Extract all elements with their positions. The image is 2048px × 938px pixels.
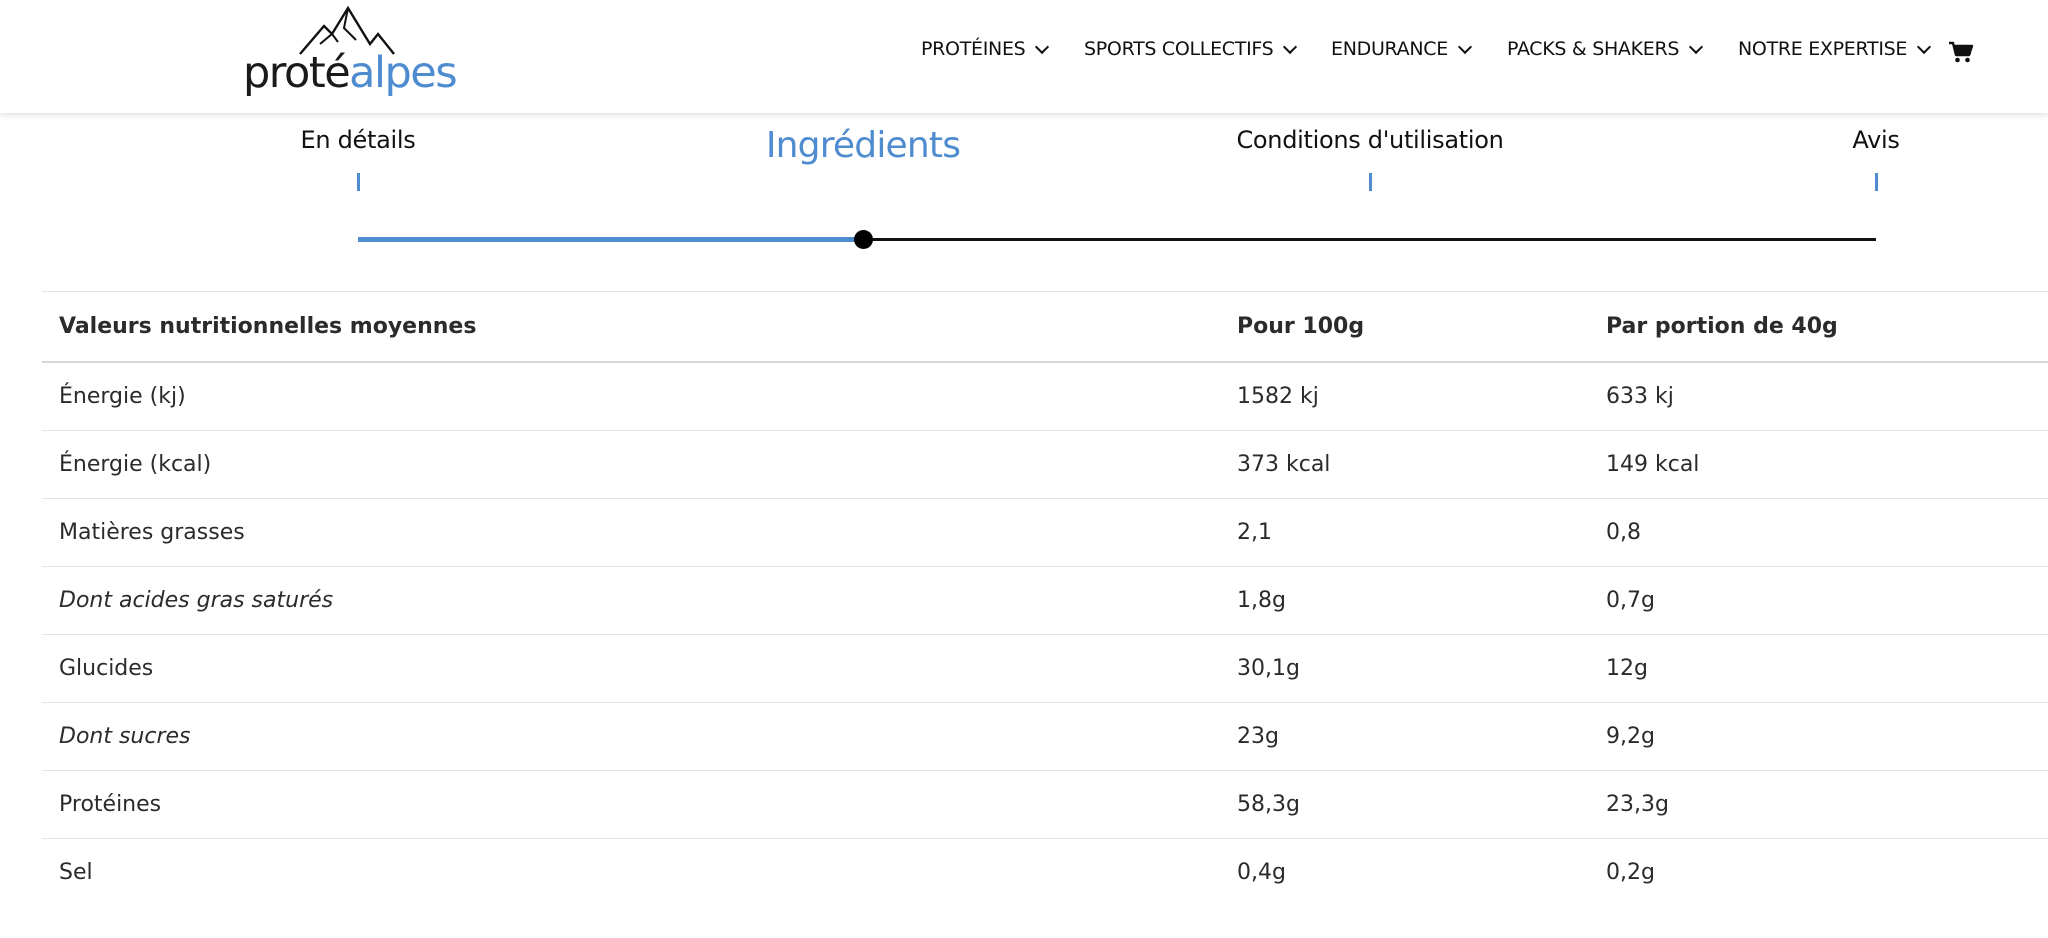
tab-en-details[interactable]: En détails [301, 126, 416, 154]
value-per-portion: 0,2g [1589, 838, 2048, 906]
nutrient-name: Protéines [42, 770, 1220, 839]
nav-item-proteines[interactable]: PROTÉINES [921, 38, 1050, 60]
nav-item-label: ENDURANCE [1331, 38, 1448, 60]
nutrient-name: Dont acides gras saturés [42, 566, 1220, 635]
nutrient-name: Matières grasses [42, 498, 1220, 567]
value-per-portion: 9,2g [1589, 702, 2048, 771]
logo-wordmark-dark: proté [243, 48, 351, 98]
value-per-100g: 2,1 [1220, 498, 1589, 567]
nutrient-name: Sel [42, 838, 1220, 906]
value-per-portion: 149 kcal [1589, 430, 2048, 499]
value-per-portion: 0,7g [1589, 566, 2048, 635]
nav-item-notre-expertise[interactable]: NOTRE EXPERTISE [1738, 38, 1932, 60]
cart-icon[interactable] [1948, 40, 1974, 64]
table-row: Énergie (kj) 1582 kj 633 kj [42, 361, 2048, 431]
tab-tick-avis [1875, 173, 1878, 191]
table-row: Énergie (kcal) 373 kcal 149 kcal [42, 430, 2048, 499]
value-per-portion: 23,3g [1589, 770, 2048, 839]
nav-item-label: NOTRE EXPERTISE [1738, 38, 1908, 60]
nav-item-sports-collectifs[interactable]: SPORTS COLLECTIFS [1084, 38, 1298, 60]
nutrient-name: Glucides [42, 634, 1220, 703]
tab-avis[interactable]: Avis [1852, 126, 1899, 154]
tab-tick-conditions [1369, 173, 1372, 191]
tab-tick-en-details [357, 173, 360, 191]
value-per-100g: 30,1g [1220, 634, 1589, 703]
brand-logo[interactable]: protéalpes [243, 4, 458, 100]
tab-progress-fill [358, 237, 863, 242]
header-per-portion: Par portion de 40g [1589, 291, 2048, 363]
value-per-portion: 12g [1589, 634, 2048, 703]
table-row: Matières grasses 2,1 0,8 [42, 498, 2048, 567]
value-per-100g: 373 kcal [1220, 430, 1589, 499]
nutrient-name: Énergie (kj) [42, 361, 1220, 431]
logo-wordmark: protéalpes [243, 48, 458, 98]
site-header: protéalpes PROTÉINES SPORTS COLLECTIFS E… [0, 0, 2048, 113]
value-per-100g: 1,8g [1220, 566, 1589, 635]
nutrition-table: Valeurs nutritionnelles moyennes Pour 10… [42, 291, 2048, 906]
value-per-100g: 1582 kj [1220, 361, 1589, 431]
table-header-row: Valeurs nutritionnelles moyennes Pour 10… [42, 291, 2048, 363]
value-per-portion: 0,8 [1589, 498, 2048, 567]
nutrient-name: Énergie (kcal) [42, 430, 1220, 499]
tab-ingredients[interactable]: Ingrédients [766, 125, 961, 166]
nutrient-name: Dont sucres [42, 702, 1220, 771]
table-row: Dont sucres 23g 9,2g [42, 702, 2048, 771]
nav-item-label: PACKS & SHAKERS [1507, 38, 1680, 60]
nav-item-packs-shakers[interactable]: PACKS & SHAKERS [1507, 38, 1704, 60]
tab-conditions-utilisation[interactable]: Conditions d'utilisation [1236, 126, 1503, 154]
nav-item-label: PROTÉINES [921, 38, 1026, 60]
header-per-100g: Pour 100g [1220, 291, 1589, 363]
table-row: Dont acides gras saturés 1,8g 0,7g [42, 566, 2048, 635]
nav-item-label: SPORTS COLLECTIFS [1084, 38, 1274, 60]
chevron-down-icon [1457, 39, 1473, 55]
header-nutrient: Valeurs nutritionnelles moyennes [42, 291, 1220, 363]
value-per-portion: 633 kj [1589, 361, 2048, 431]
chevron-down-icon [1035, 39, 1050, 55]
tab-progress-knob[interactable] [854, 230, 873, 249]
value-per-100g: 0,4g [1220, 838, 1589, 906]
value-per-100g: 58,3g [1220, 770, 1589, 839]
table-row: Glucides 30,1g 12g [42, 634, 2048, 703]
product-tabs: En détails Ingrédients Conditions d'util… [0, 113, 2048, 293]
nav-item-endurance[interactable]: ENDURANCE [1331, 38, 1473, 60]
table-row: Protéines 58,3g 23,3g [42, 770, 2048, 839]
table-row: Sel 0,4g 0,2g [42, 838, 2048, 906]
value-per-100g: 23g [1220, 702, 1589, 771]
chevron-down-icon [1689, 39, 1704, 55]
chevron-down-icon [1283, 39, 1298, 55]
chevron-down-icon [1917, 39, 1932, 55]
logo-wordmark-blue: alpes [349, 48, 457, 98]
